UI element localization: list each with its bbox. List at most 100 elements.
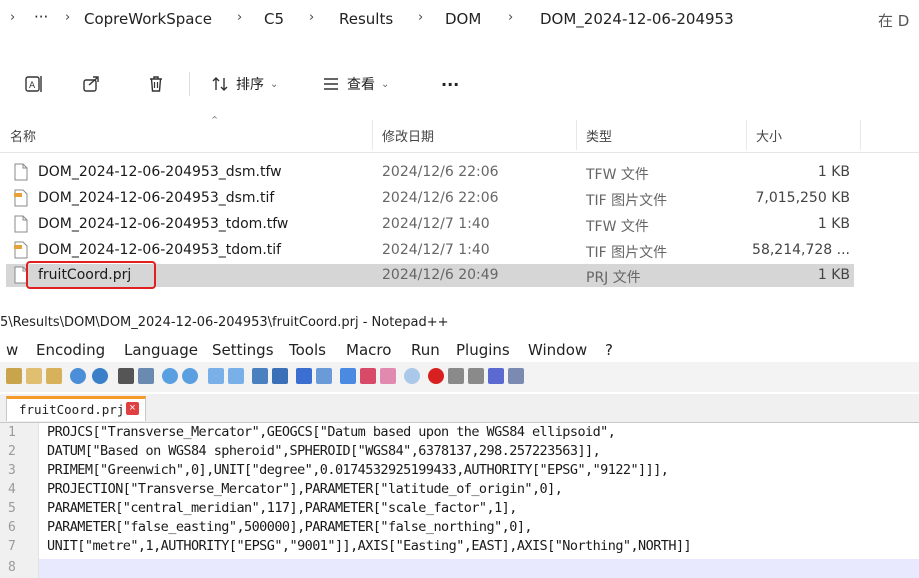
file-size: 58,214,728 ... xyxy=(752,242,850,258)
notepad-toolbar xyxy=(0,362,919,392)
sync-vertical-icon[interactable] xyxy=(208,368,224,384)
breadcrumb: › ··· › CopreWorkSpace › C5 › Results › … xyxy=(0,0,919,38)
code-line: DATUM["Based on WGS84 spheroid",SPHEROID… xyxy=(47,443,601,459)
tab-fruitcoord[interactable]: fruitCoord.prj × xyxy=(6,396,146,421)
menu-view-partial[interactable]: w xyxy=(6,341,18,359)
breadcrumb-item-dom[interactable]: DOM xyxy=(445,10,481,28)
more-options-button[interactable]: ··· xyxy=(441,70,459,98)
menu-language[interactable]: Language xyxy=(124,341,198,359)
breadcrumb-item-results[interactable]: Results xyxy=(339,10,393,28)
text-file-icon xyxy=(14,163,28,181)
stop-macro-icon[interactable] xyxy=(448,368,464,384)
command-toolbar: A 排序 ⌄ 查看 ⌄ ··· xyxy=(0,56,919,112)
trash-icon xyxy=(150,76,162,92)
line-number: 2 xyxy=(8,444,16,459)
find-icon[interactable] xyxy=(118,368,134,384)
share-icon xyxy=(83,76,99,92)
tab-label: fruitCoord.prj xyxy=(19,402,125,417)
menu-run[interactable]: Run xyxy=(411,341,440,359)
replace-icon[interactable] xyxy=(138,368,154,384)
breadcrumb-item-copreworkspace[interactable]: CopreWorkSpace xyxy=(84,10,212,28)
save-macro-icon[interactable] xyxy=(508,368,524,384)
sort-ascending-icon: ⌃ xyxy=(210,114,220,127)
file-row[interactable]: DOM_2024-12-06-204953_tdom.tfw 2024/12/7… xyxy=(6,213,854,236)
line-number: 1 xyxy=(8,425,16,440)
monitoring-icon[interactable] xyxy=(380,368,396,384)
file-row[interactable]: DOM_2024-12-06-204953_tdom.tif 2024/12/7… xyxy=(6,239,854,262)
view-button[interactable]: 查看 ⌄ xyxy=(321,70,389,98)
record-macro-icon[interactable] xyxy=(428,368,444,384)
menu-encoding[interactable]: Encoding xyxy=(36,341,105,359)
breadcrumb-item-c5[interactable]: C5 xyxy=(264,10,284,28)
column-header-type[interactable]: 类型 xyxy=(586,126,612,145)
file-type: TFW 文件 xyxy=(586,167,649,183)
menu-tools[interactable]: Tools xyxy=(289,341,326,359)
menu-help[interactable]: ? xyxy=(605,341,613,359)
zoom-out-icon[interactable] xyxy=(182,368,198,384)
file-row-selected[interactable]: fruitCoord.prj 2024/12/6 20:49 PRJ 文件 1 … xyxy=(6,261,854,289)
code-line: PRIMEM["Greenwich",0],UNIT["degree",0.01… xyxy=(47,462,669,478)
column-header-name[interactable]: 名称 xyxy=(10,126,36,145)
code-line: UNIT["metre",1,AUTHORITY["EPSG","9001"]]… xyxy=(47,538,692,554)
column-header-size[interactable]: 大小 xyxy=(756,126,782,145)
file-name: DOM_2024-12-06-204953_dsm.tif xyxy=(38,190,275,206)
chevron-down-icon: ⌄ xyxy=(381,78,390,90)
file-name: DOM_2024-12-06-204953_tdom.tif xyxy=(38,242,282,258)
column-header-date[interactable]: 修改日期 xyxy=(382,126,434,145)
chevron-down-icon: ⌄ xyxy=(270,78,279,90)
word-wrap-icon[interactable] xyxy=(252,368,268,384)
column-divider[interactable] xyxy=(576,120,577,150)
indent-guide-icon[interactable] xyxy=(296,368,312,384)
code-line: PARAMETER["central_meridian",117],PARAME… xyxy=(47,500,517,516)
code-editor[interactable]: 1 2 3 4 5 6 7 8 PROJCS["Transverse_Merca… xyxy=(0,423,919,578)
file-size: 1 KB xyxy=(817,216,850,232)
file-date: 2024/12/6 20:49 xyxy=(382,267,499,283)
zoom-in-icon[interactable] xyxy=(162,368,178,384)
sync-horizontal-icon[interactable] xyxy=(228,368,244,384)
menu-plugins[interactable]: Plugins xyxy=(456,341,510,359)
doc-list-icon[interactable] xyxy=(404,368,420,384)
line-number: 3 xyxy=(8,463,16,478)
file-row[interactable]: DOM_2024-12-06-204953_dsm.tif 2024/12/6 … xyxy=(6,187,854,210)
close-icon[interactable]: × xyxy=(126,402,139,415)
column-divider[interactable] xyxy=(372,120,373,150)
text-file-icon xyxy=(14,215,28,233)
file-name: fruitCoord.prj xyxy=(38,267,132,283)
file-row[interactable]: DOM_2024-12-06-204953_dsm.tfw 2024/12/6 … xyxy=(6,161,854,184)
view-list-icon xyxy=(324,78,338,90)
sort-button[interactable]: 排序 ⌄ xyxy=(210,70,278,98)
doc-map-icon[interactable] xyxy=(316,368,332,384)
column-divider[interactable] xyxy=(860,120,861,150)
code-line: PROJCS["Transverse_Mercator",GEOGCS["Dat… xyxy=(47,424,616,440)
function-list-icon[interactable] xyxy=(340,368,356,384)
copy-icon[interactable] xyxy=(26,368,42,384)
image-file-icon xyxy=(14,189,28,207)
redo-icon[interactable] xyxy=(92,368,108,384)
undo-icon[interactable] xyxy=(70,368,86,384)
show-all-chars-icon[interactable] xyxy=(272,368,288,384)
breadcrumb-ellipsis[interactable]: ··· xyxy=(34,8,48,26)
run-macro-multiple-icon[interactable] xyxy=(488,368,504,384)
chevron-right-icon: › xyxy=(508,10,514,25)
delete-button[interactable] xyxy=(146,70,166,98)
paste-icon[interactable] xyxy=(46,368,62,384)
folder-as-workspace-icon[interactable] xyxy=(360,368,376,384)
search-box-hint[interactable]: 在 D xyxy=(878,10,909,31)
sort-label: 排序 xyxy=(236,77,264,93)
code-line: PROJECTION["Transverse_Mercator"],PARAME… xyxy=(47,481,563,497)
menu-window[interactable]: Window xyxy=(528,341,587,359)
file-size: 1 KB xyxy=(817,267,850,283)
chevron-right-icon: › xyxy=(418,10,424,25)
menu-macro[interactable]: Macro xyxy=(346,341,391,359)
column-divider[interactable] xyxy=(746,120,747,150)
play-macro-icon[interactable] xyxy=(468,368,484,384)
share-button[interactable] xyxy=(81,70,101,98)
file-type: TIF 图片文件 xyxy=(586,193,668,209)
cut-icon[interactable] xyxy=(6,368,22,384)
rename-button[interactable]: A xyxy=(24,70,44,98)
file-size: 1 KB xyxy=(817,164,850,180)
breadcrumb-item-current[interactable]: DOM_2024-12-06-204953 xyxy=(540,10,734,28)
notepad-menu-bar: w Encoding Language Settings Tools Macro… xyxy=(0,338,919,362)
menu-settings[interactable]: Settings xyxy=(212,341,274,359)
file-name: DOM_2024-12-06-204953_dsm.tfw xyxy=(38,164,282,180)
